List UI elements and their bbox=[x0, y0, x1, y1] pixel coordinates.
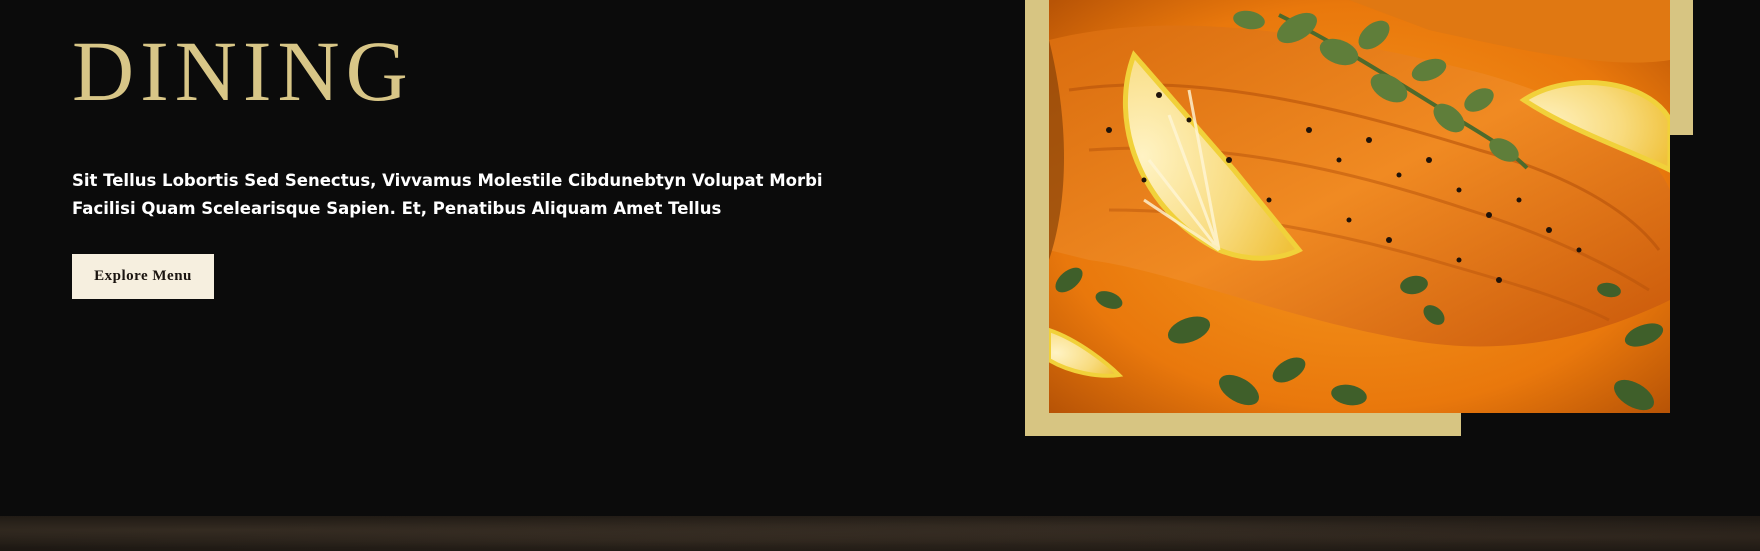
salmon-dish-illustration bbox=[1049, 0, 1670, 413]
explore-menu-button[interactable]: Explore Menu bbox=[72, 254, 214, 299]
dining-section: DINING Sit Tellus Lobortis Sed Senectus,… bbox=[0, 0, 1760, 516]
section-description: Sit Tellus Lobortis Sed Senectus, Vivvam… bbox=[72, 171, 823, 218]
section-heading: DINING bbox=[72, 23, 414, 119]
stone-texture-strip bbox=[0, 516, 1760, 551]
salmon-dish-image bbox=[1049, 0, 1670, 413]
